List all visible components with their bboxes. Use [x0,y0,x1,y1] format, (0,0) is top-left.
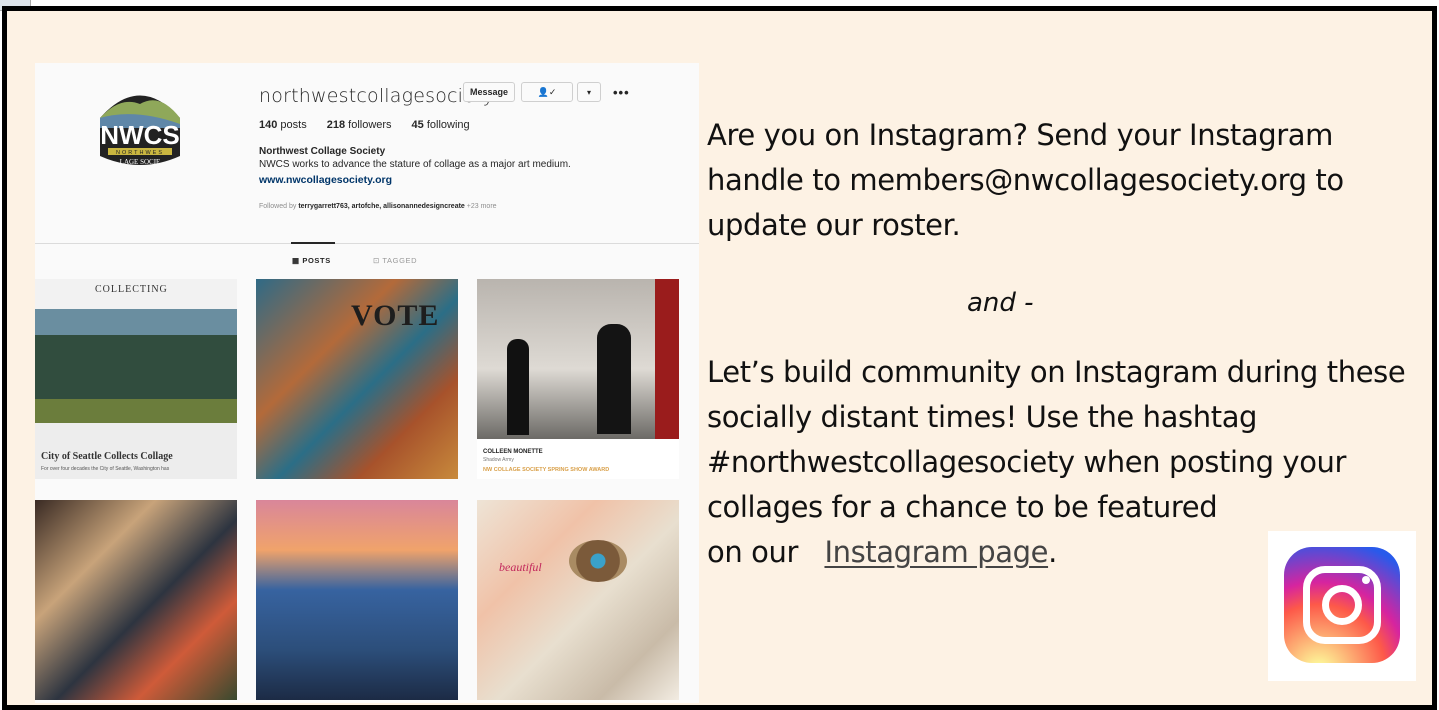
tile-vote-word: VOTE [351,299,440,332]
following-label: following [426,119,470,131]
suggestions-dropdown-button[interactable]: ▾ [577,82,601,102]
profile-username[interactable]: northwestcollagesociety [259,85,494,107]
tile-beautiful-word: beautiful [499,560,542,574]
post-tile-vote[interactable]: VOTE [256,279,458,479]
post-tile-shadow-army[interactable]: COLLEEN MONETTE Shadow Army NW COLLAGE S… [477,279,679,479]
following-count[interactable]: 45 following [412,119,470,131]
message-button[interactable]: Message [463,82,515,102]
active-tab-indicator [291,242,335,244]
tile-figure [597,324,631,434]
followed-by: Followed by terrygarrett763, artofche, a… [259,203,497,210]
logo-text: NWCS [100,120,179,150]
followed-more[interactable]: +23 more [467,203,497,210]
tile-subcaption: For over four decades the City of Seattl… [41,466,170,472]
nest-image [569,540,627,582]
and-separator: and - [967,288,1034,318]
following-button[interactable]: 👤✓ [521,82,573,102]
instagram-icon [1284,547,1400,663]
followers-count[interactable]: 218 followers [327,119,392,131]
post-tile-beautiful[interactable]: beautiful [477,500,679,700]
tile-title: COLLECTING [95,284,168,295]
instagram-icon-dot [1362,576,1370,584]
followers-number: 218 [326,119,346,131]
nwcs-logo: NWCS NORTHWES LAGE SOCIE [100,95,180,166]
instagram-page-link[interactable]: Instagram page [824,535,1048,569]
post-tile-collage-road[interactable] [256,500,458,700]
posts-count: 140 posts [259,119,307,131]
newsletter-frame: NWCS NORTHWES LAGE SOCIE northwestcollag… [2,6,1437,710]
bio-text: NWCS works to advance the stature of col… [259,159,571,170]
paragraph-submit-handle: Are you on Instagram? Send your Instagra… [707,118,1344,242]
profile-stats: 140 posts 218 followers 45 following [259,119,470,131]
logo-sub1: NORTHWES [116,150,164,156]
post-tile-city-of-seattle[interactable]: COLLECTING City of Seattle Collects Coll… [35,279,237,479]
tile-award: NW COLLAGE SOCIETY SPRING SHOW AWARD [483,467,610,473]
following-number: 45 [411,119,424,131]
tile-artwork-title: Shadow Army [483,457,514,463]
post-tile-collage-figures[interactable] [35,500,237,700]
tab-tagged[interactable]: ⊡ TAGGED [373,256,417,265]
followed-prefix: Followed by [259,203,297,210]
bio-website-link[interactable]: www.nwcollagesociety.org [259,174,392,186]
tile-red-stripe [655,279,679,439]
tile-figure [507,339,529,435]
tabs-divider [35,243,699,244]
more-options-icon[interactable]: ••• [613,85,630,100]
period: . [1048,535,1057,569]
tab-posts[interactable]: ▦ POSTS [292,256,331,265]
tile-artist-name: COLLEEN MONETTE [483,449,543,455]
community-text: Let’s build community on Instagram durin… [707,355,1406,524]
bio-name: Northwest Collage Society [259,146,386,157]
followers-label: followers [348,119,392,131]
posts-number: 140 [259,119,278,131]
instagram-icon-lens [1322,585,1362,625]
followed-names[interactable]: terrygarrett763, artofche, allisonannede… [298,203,465,210]
on-our-text: on our [707,535,798,569]
instagram-logo-box[interactable] [1268,531,1416,681]
posts-label: posts [280,119,307,131]
logo-sub2: LAGE SOCIE [120,158,161,166]
instagram-profile-screenshot: NWCS NORTHWES LAGE SOCIE northwestcollag… [35,63,699,703]
tile-caption: City of Seattle Collects Collage [41,451,173,462]
